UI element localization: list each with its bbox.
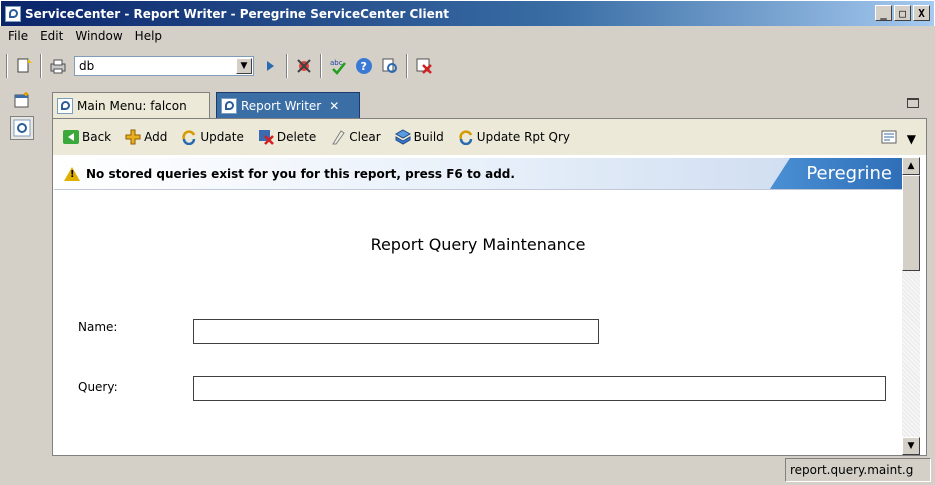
view-menu-icon[interactable]	[881, 129, 897, 148]
query-field[interactable]	[193, 376, 886, 401]
close-tab-icon[interactable]: ✕	[329, 99, 339, 113]
tab-report-writer[interactable]: Report Writer ✕	[216, 92, 360, 118]
svg-text:?: ?	[361, 60, 367, 73]
exit-icon[interactable]	[414, 56, 434, 76]
delete-icon	[258, 129, 274, 145]
back-label: Back	[82, 130, 112, 144]
toolbar-separator	[6, 54, 8, 78]
vertical-scrollbar[interactable]: ▲ ▼	[902, 157, 920, 455]
update-button[interactable]: Update	[181, 129, 244, 145]
tab-label: Main Menu: falcon	[77, 98, 187, 113]
menu-file[interactable]: File	[2, 29, 34, 43]
svg-text:abc: abc	[330, 59, 343, 67]
status-format-name: report.query.maint.g	[785, 458, 931, 482]
clear-icon	[330, 129, 346, 145]
help-icon[interactable]: ?	[354, 56, 374, 76]
print-icon[interactable]	[48, 56, 68, 76]
menu-bar: File Edit Window Help	[0, 26, 935, 46]
database-combo[interactable]: db ▼	[74, 56, 254, 76]
run-icon[interactable]	[260, 56, 280, 76]
main-toolbar: db ▼ abc ?	[0, 48, 935, 84]
minimize-button[interactable]: _	[875, 5, 892, 21]
app-icon	[5, 5, 21, 22]
maximize-view-icon[interactable]	[907, 98, 919, 108]
open-perspective-icon[interactable]	[10, 88, 34, 112]
back-button[interactable]: Back	[63, 129, 111, 145]
connect-icon[interactable]	[294, 56, 314, 76]
build-button[interactable]: Build	[394, 129, 444, 145]
add-icon	[125, 129, 141, 145]
clear-label: Clear	[349, 130, 381, 144]
peregrine-logo: Peregrine	[770, 158, 902, 189]
delete-label: Delete	[276, 130, 317, 144]
delete-button[interactable]: Delete	[258, 129, 316, 145]
message-banner: No stored queries exist for you for this…	[54, 158, 902, 190]
window-title: ServiceCenter - Report Writer - Peregrin…	[25, 6, 450, 21]
menu-help[interactable]: Help	[129, 29, 168, 43]
status-bar: report.query.maint.g	[0, 458, 935, 485]
update-rpt-qry-icon	[458, 129, 474, 145]
add-button[interactable]: Add	[125, 129, 167, 145]
warning-icon	[64, 166, 80, 181]
add-label: Add	[144, 130, 168, 144]
clear-button[interactable]: Clear	[330, 129, 381, 145]
toolbar-separator	[286, 54, 288, 78]
form-title: Report Query Maintenance	[370, 235, 586, 254]
toolbar-separator	[406, 54, 408, 78]
perspective-bar	[0, 86, 46, 456]
back-icon	[63, 129, 79, 145]
close-button[interactable]: X	[913, 5, 930, 21]
tab-label: Report Writer	[241, 98, 322, 113]
query-label: Query:	[78, 380, 118, 394]
menu-edit[interactable]: Edit	[34, 29, 69, 43]
editor-tabs: Main Menu: falcon Report Writer ✕	[52, 90, 927, 118]
name-label: Name:	[78, 320, 118, 334]
find-icon[interactable]	[380, 56, 400, 76]
tab-main-menu[interactable]: Main Menu: falcon	[52, 92, 210, 118]
new-icon[interactable]	[14, 56, 34, 76]
servicecenter-icon	[221, 97, 237, 114]
name-field[interactable]	[193, 319, 599, 344]
combo-dropdown-icon[interactable]: ▼	[236, 58, 252, 74]
title-bar: ServiceCenter - Report Writer - Peregrin…	[0, 0, 935, 26]
maximize-button[interactable]: □	[894, 5, 911, 21]
spellcheck-icon[interactable]: abc	[328, 56, 348, 76]
chevron-down-icon[interactable]: ▼	[907, 132, 916, 146]
menu-window[interactable]: Window	[69, 29, 128, 43]
banner-message: No stored queries exist for you for this…	[86, 166, 515, 181]
action-toolbar: Back Add Update Delete Clear Build Updat…	[53, 119, 926, 155]
servicecenter-perspective-icon[interactable]	[10, 116, 34, 140]
update-icon	[181, 129, 197, 145]
update-label: Update	[200, 130, 244, 144]
view-controls: ▼	[881, 129, 916, 148]
scroll-up-icon[interactable]: ▲	[902, 157, 920, 175]
combo-value: db	[79, 59, 95, 73]
toolbar-separator	[40, 54, 42, 78]
update-rpt-qry-label: Update Rpt Qry	[476, 130, 571, 144]
build-label: Build	[413, 130, 444, 144]
window-controls: _ □ X	[875, 5, 930, 21]
scroll-down-icon[interactable]: ▼	[902, 437, 920, 455]
build-icon	[394, 129, 411, 145]
toolbar-separator	[320, 54, 322, 78]
update-rpt-qry-button[interactable]: Update Rpt Qry	[458, 129, 570, 145]
servicecenter-icon	[57, 97, 73, 114]
scroll-thumb[interactable]	[902, 175, 920, 271]
